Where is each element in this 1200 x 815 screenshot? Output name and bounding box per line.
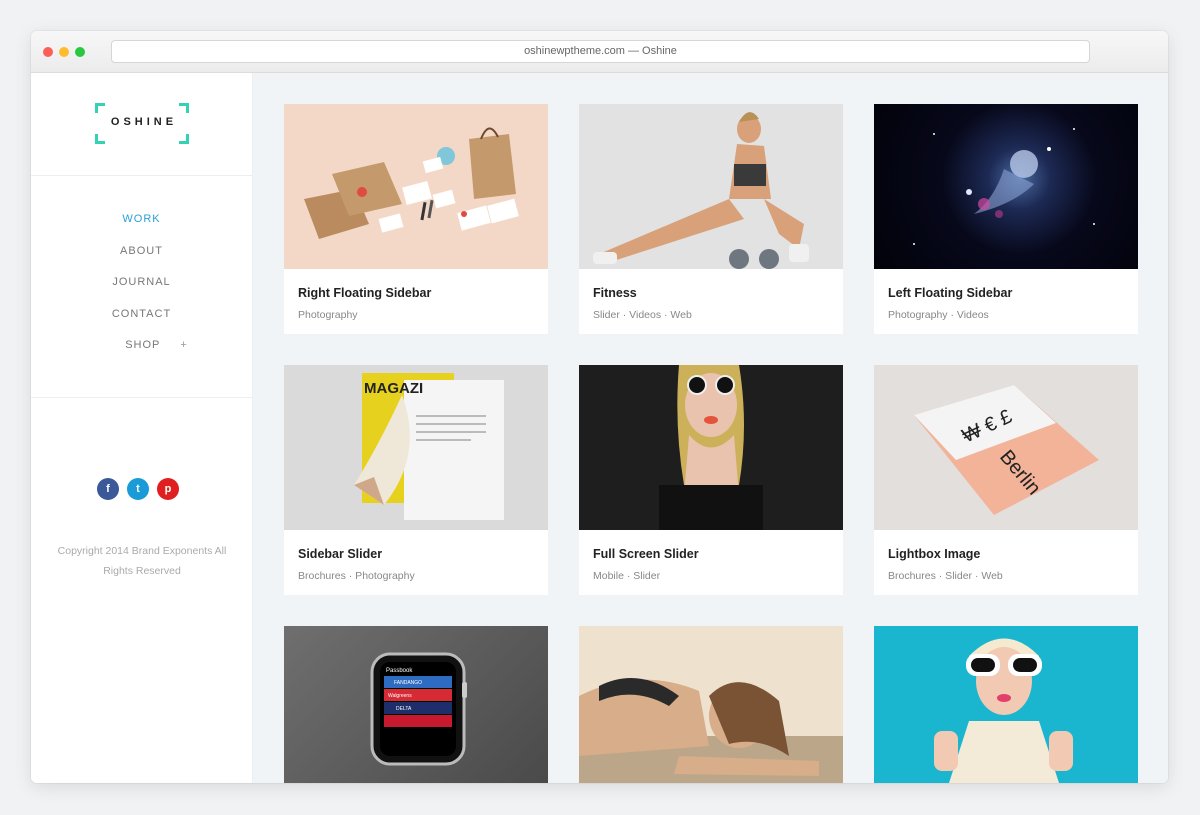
svg-text:MAGAZI: MAGAZI [364,380,423,397]
portfolio-item-categories: Brochures · Slider · Web [888,570,1003,582]
berlin-brochure-image: ₩ € £ Berlin [874,365,1138,530]
nav-item-shop-label: SHOP [125,339,161,351]
portfolio-item[interactable]: Fitness Slider · Videos · Web [579,104,843,334]
portfolio-item-title: Left Floating Sidebar [888,286,1013,300]
portfolio-item-title: Full Screen Slider [593,547,699,561]
portfolio-item-title: Lightbox Image [888,547,981,561]
smartwatch-image: Passbook FANDANGO Walgreens DELTA [284,626,548,783]
portfolio-item-categories: Photography [298,309,358,321]
nav-divider [31,397,252,398]
woman-lying-image [579,626,843,783]
portfolio-item[interactable] [874,626,1138,783]
expand-plus-icon[interactable]: + [180,339,187,351]
address-bar[interactable]: oshinewptheme.com — Oshine [111,40,1090,63]
woman-sunglasses-image [579,365,843,530]
nav-item-contact[interactable]: CONTACT [31,308,252,320]
nav-item-journal[interactable]: JOURNAL [31,276,252,288]
logo-text: OSHINE [110,116,178,128]
sidebar: OSHINE WORK ABOUT JOURNAL CONTACT SHOP + … [31,73,253,783]
portfolio-grid: Right Floating Sidebar Photography Fitne… [253,73,1168,783]
portfolio-item-categories: Brochures · Photography [298,570,415,582]
portfolio-item[interactable]: Passbook FANDANGO Walgreens DELTA [284,626,548,783]
maximize-window-button[interactable] [75,47,85,57]
site-logo[interactable]: OSHINE [95,103,189,144]
magazine-image: MAGAZI [284,365,548,530]
twitter-icon[interactable]: t [127,478,149,500]
portfolio-item-categories: Photography · Videos [888,309,989,321]
space-astronaut-image [874,104,1138,269]
copyright-text: Copyright 2014 Brand Exponents All Right… [57,545,227,577]
watch-label-passbook: Passbook [386,668,413,674]
logo-area: OSHINE [31,73,252,176]
blonde-sunglasses-image [874,626,1138,783]
portfolio-item-title: Fitness [593,286,637,300]
nav-item-work[interactable]: WORK [31,213,252,225]
facebook-icon[interactable]: f [97,478,119,500]
portfolio-item[interactable]: Full Screen Slider Mobile · Slider [579,365,843,595]
fitness-woman-image [579,104,843,269]
stationery-mockup-image [284,104,548,269]
portfolio-item[interactable] [579,626,843,783]
portfolio-item[interactable]: Right Floating Sidebar Photography [284,104,548,334]
portfolio-item-title: Sidebar Slider [298,547,383,561]
pinterest-icon[interactable]: p [157,478,179,500]
watch-label-delta: DELTA [396,706,412,712]
portfolio-item[interactable]: MAGAZI Sidebar Slider Brochures · Photog… [284,365,548,595]
portfolio-item-categories: Mobile · Slider [593,570,661,582]
nav-item-shop[interactable]: SHOP + [31,339,252,351]
watch-label-walgreens: Walgreens [388,693,412,699]
portfolio-item-title: Right Floating Sidebar [298,286,432,300]
portfolio-item[interactable]: ₩ € £ Berlin Lightbox Image Brochures · … [874,365,1138,595]
nav-item-about[interactable]: ABOUT [31,245,252,257]
portfolio-item-categories: Slider · Videos · Web [593,309,692,321]
watch-label-fandango: FANDANGO [394,680,422,686]
minimize-window-button[interactable] [59,47,69,57]
portfolio-item[interactable]: Left Floating Sidebar Photography · Vide… [874,104,1138,334]
close-window-button[interactable] [43,47,53,57]
browser-window: oshinewptheme.com — Oshine OSHINE WORK A… [31,31,1168,783]
browser-titlebar: oshinewptheme.com — Oshine [31,31,1168,73]
